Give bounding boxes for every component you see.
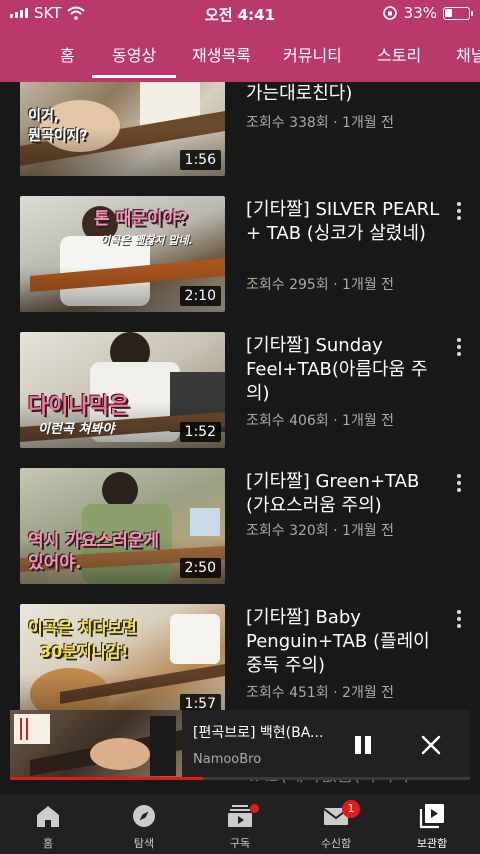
video-meta: 조회수 320회 · 1개월 전	[246, 523, 395, 539]
thumbnail-caption: 다이나믹은	[28, 394, 130, 419]
nav-label: 탐색	[133, 837, 155, 850]
mini-player-channel: NamooBro	[193, 752, 262, 767]
video-title[interactable]: [기타짤] Sunday Feel+TAB(아름다움 주의)	[246, 334, 446, 406]
video-list: 이거, 뭔곡이지? 1:56 Coffee + TAB (몰라! 맘가는대로친다…	[0, 82, 480, 794]
status-bar: SKT 오전 4:41 33%	[0, 0, 480, 28]
nav-library[interactable]: 보관함	[384, 798, 480, 854]
mini-player[interactable]: [편곡브로] 백현(BA... NamooBro	[10, 710, 470, 780]
video-duration: 1:52	[179, 422, 221, 442]
video-title[interactable]: Coffee + TAB (몰라! 맘가는대로친다)	[246, 82, 446, 106]
tab-stories[interactable]: 스토리	[377, 42, 421, 66]
nav-subscriptions[interactable]: 구독	[192, 798, 288, 854]
video-item[interactable]: 다이나믹은 이런곡 쳐봐야 1:52 [기타짤] Sunday Feel+TAB…	[0, 332, 480, 452]
nav-inbox[interactable]: 1 수신함	[288, 798, 384, 854]
nav-label: 홈	[42, 837, 54, 850]
more-options-icon[interactable]	[452, 472, 466, 494]
orientation-lock-icon	[382, 6, 397, 20]
video-title[interactable]: [기타짤] SILVER PEARL + TAB (싱코가 살렸네)	[246, 198, 446, 246]
thumbnail-subcaption: 이곡은 괜찮지 맙네.	[100, 234, 193, 247]
nav-label: 보관함	[416, 837, 448, 850]
library-icon	[419, 804, 444, 829]
channel-tabs: 홈 동영상 재생목록 커뮤니티 스토리 채널	[0, 30, 480, 78]
video-title[interactable]: [기타짤] Baby Penguin+TAB (플레이 중독 주의)	[246, 606, 446, 678]
video-meta: 조회수 406회 · 1개월 전	[246, 413, 395, 429]
battery-percent: 33%	[403, 4, 437, 22]
thumbnail-subcaption: 이런곡 쳐봐야	[38, 422, 115, 437]
tab-playlists[interactable]: 재생목록	[192, 42, 251, 66]
thumbnail-subcaption: 30분지나감!	[40, 642, 129, 661]
nav-label: 구독	[229, 837, 251, 850]
tab-home[interactable]: 홈	[60, 42, 75, 66]
video-thumbnail[interactable]: 다이나믹은 이런곡 쳐봐야 1:52	[20, 332, 225, 448]
mini-player-progress-bar[interactable]	[10, 777, 204, 780]
thumbnail-subcaption: 있어야.	[28, 553, 82, 573]
video-thumbnail[interactable]: 이거, 뭔곡이지? 1:56	[20, 82, 225, 176]
mini-player-thumbnail[interactable]	[10, 710, 182, 780]
video-thumbnail[interactable]: 이곡은 치다보면 30분지나감! 1:57	[20, 604, 225, 720]
explore-compass-icon	[133, 805, 155, 827]
nav-explore[interactable]: 탐색	[96, 798, 192, 854]
video-item[interactable]: 톤 때문이야? 이곡은 괜찮지 맙네. 2:10 [기타짤] SILVER PE…	[0, 196, 480, 316]
nav-label: 수신함	[320, 837, 352, 850]
active-tab-indicator	[92, 75, 176, 78]
pause-icon[interactable]	[352, 734, 374, 756]
video-duration: 1:56	[179, 150, 221, 170]
more-options-icon[interactable]	[452, 608, 466, 630]
video-duration: 2:50	[179, 558, 221, 578]
tab-channels[interactable]: 채널	[456, 42, 480, 66]
mini-player-title[interactable]: [편곡브로] 백현(BA...	[193, 722, 323, 742]
video-item[interactable]: 역시 가요스러운게 있어야. 2:50 [기타짤] Green+TAB (가요스…	[0, 468, 480, 588]
tab-community[interactable]: 커뮤니티	[283, 42, 342, 66]
thumbnail-caption: 톤 때문이야?	[94, 209, 188, 229]
battery-icon	[443, 6, 473, 20]
video-duration: 2:10	[179, 286, 221, 306]
thumbnail-caption: 이거, 뭔곡이지?	[28, 108, 88, 144]
close-icon[interactable]	[420, 734, 442, 756]
video-meta: 조회수 338회 · 1개월 전	[246, 115, 395, 131]
tab-videos[interactable]: 동영상	[112, 42, 156, 66]
thumbnail-art	[14, 714, 182, 776]
video-item[interactable]: 이거, 뭔곡이지? 1:56 Coffee + TAB (몰라! 맘가는대로친다…	[0, 82, 480, 176]
video-title[interactable]: [기타짤] Green+TAB (가요스러움 주의)	[246, 470, 446, 518]
more-options-icon[interactable]	[452, 200, 466, 222]
new-content-dot	[250, 804, 259, 813]
notification-badge: 1	[342, 800, 360, 818]
video-thumbnail[interactable]: 톤 때문이야? 이곡은 괜찮지 맙네. 2:10	[20, 196, 225, 312]
more-options-icon[interactable]	[452, 336, 466, 358]
video-meta: 조회수 295회 · 1개월 전	[246, 277, 395, 293]
video-item[interactable]: 이곡은 치다보면 30분지나감! 1:57 [기타짤] Baby Penguin…	[0, 604, 480, 724]
home-icon	[37, 806, 59, 827]
video-meta: 조회수 451회 · 2개월 전	[246, 685, 395, 701]
thumbnail-caption: 이곡은 치다보면	[28, 618, 137, 637]
bottom-navigation: 홈 탐색 구독 1 수신함 보관함	[0, 794, 480, 854]
video-thumbnail[interactable]: 역시 가요스러운게 있어야. 2:50	[20, 468, 225, 584]
channel-header: SKT 오전 4:41 33% 홈 동영상 재생목록 커뮤니티 스토리 채널	[0, 0, 480, 82]
nav-home[interactable]: 홈	[0, 798, 96, 854]
